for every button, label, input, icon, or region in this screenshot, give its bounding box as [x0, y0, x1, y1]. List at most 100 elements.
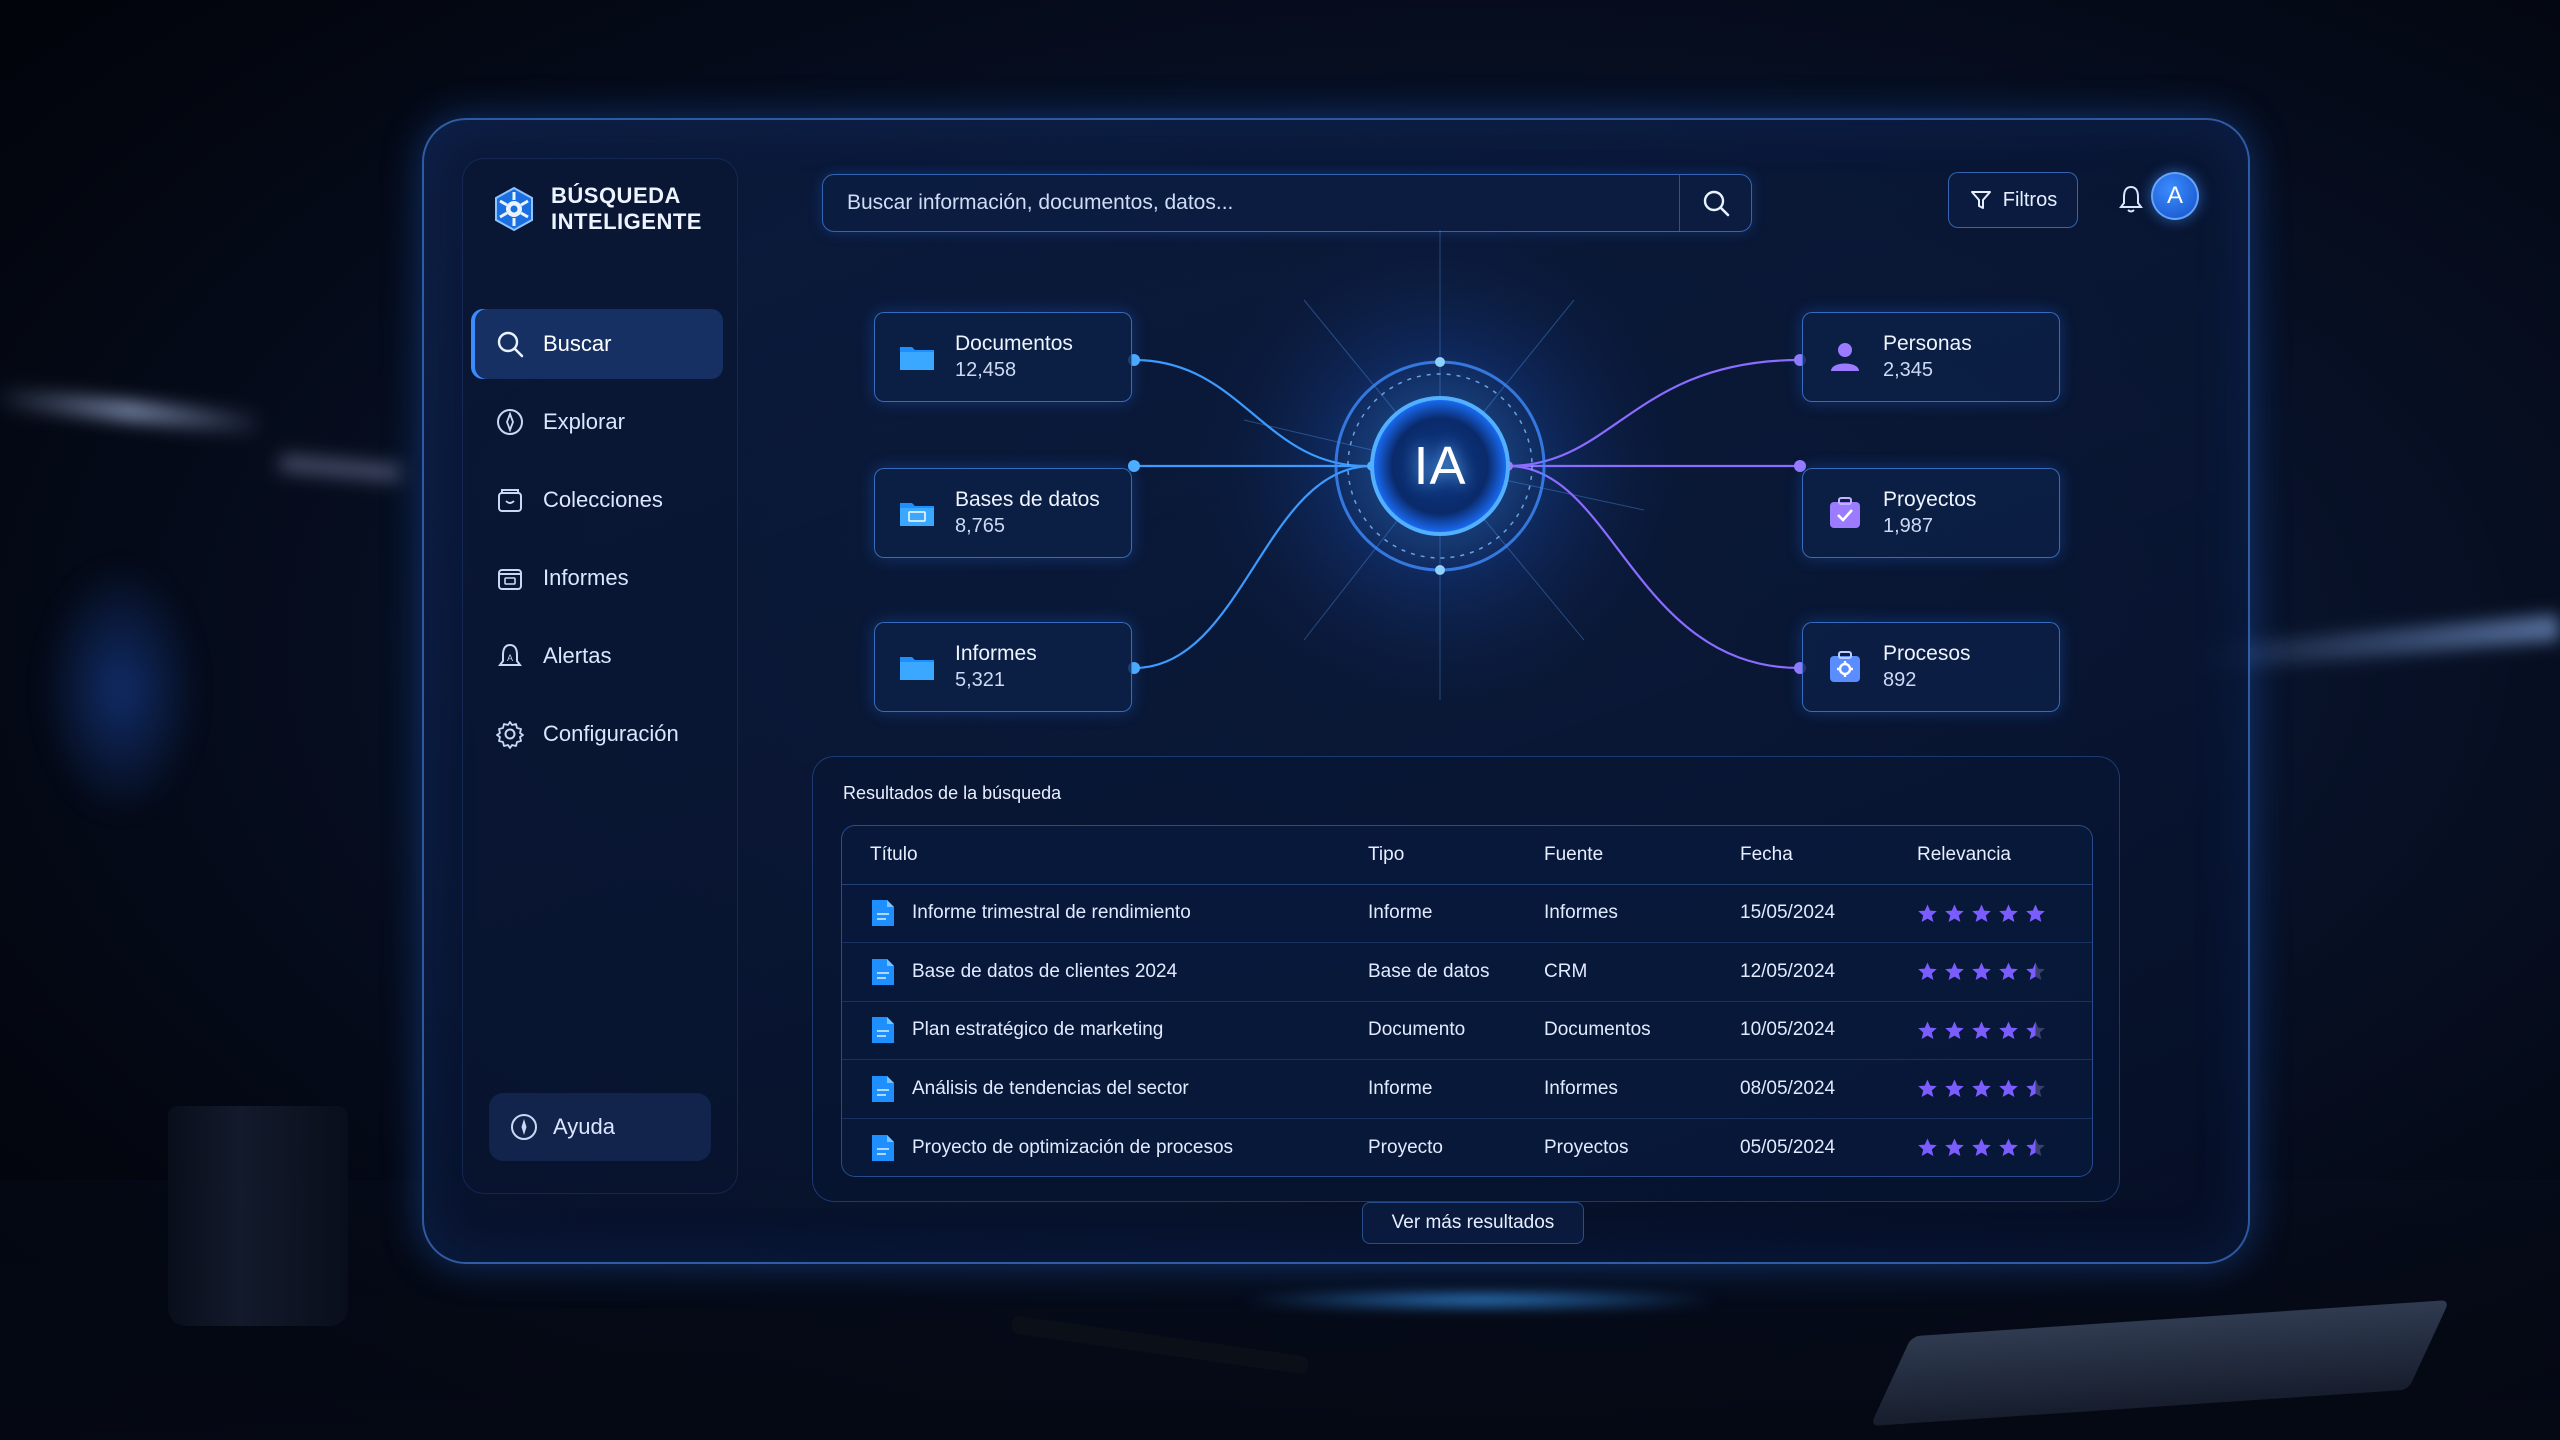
star-icon [1918, 1138, 1937, 1156]
source-node-bases-de-datos[interactable]: Bases de datos 8,765 [874, 468, 1132, 558]
sidebar-item-informes[interactable]: Informes [471, 543, 723, 613]
alert-icon: A [498, 643, 522, 666]
background-light-streak [0, 386, 261, 436]
star-icon [1999, 1079, 2018, 1098]
node-count: 5,321 [955, 669, 1006, 691]
star-icon [1918, 904, 1937, 922]
sidebar-item-colecciones[interactable]: Colecciones [471, 465, 723, 535]
star-icon [1918, 1021, 1937, 1039]
connector-line [1507, 464, 1801, 670]
half-star-icon [2026, 1079, 2045, 1098]
cell-type: Documento [1368, 1001, 1544, 1060]
cell-date: 10/05/2024 [1740, 1001, 1917, 1060]
more-results-button[interactable]: Ver más resultados [1362, 1202, 1584, 1244]
cell-title: Proyecto de optimización de procesos [842, 1118, 1368, 1176]
sidebar-item-label: Alertas [543, 643, 612, 668]
source-node-documentos[interactable]: Documentos 12,458 [874, 312, 1132, 402]
filters-button[interactable]: Filtros [1948, 172, 2078, 228]
title-cell: Análisis de tendencias del sector [870, 1074, 1368, 1104]
rating-stars [1917, 961, 2092, 982]
folder-icon [900, 347, 934, 370]
star-icon [1945, 962, 1964, 981]
cell-type: Base de datos [1368, 942, 1544, 1002]
star-icon [2026, 904, 2045, 922]
rating-stars [1917, 1078, 2092, 1099]
result-title[interactable]: Proyecto de optimización de procesos [912, 1137, 1233, 1159]
node-label: Bases de datos [955, 488, 1100, 511]
column-header-title[interactable]: Título [842, 826, 1368, 885]
result-title[interactable]: Informe trimestral de rendimiento [912, 902, 1191, 924]
source-node-proyectos[interactable]: Proyectos 1,987 [1802, 468, 2060, 558]
result-title[interactable]: Plan estratégico de marketing [912, 1019, 1163, 1041]
sidebar-item-explorar[interactable]: Explorar [471, 387, 723, 457]
table-row[interactable]: Base de datos de clientes 2024 Base de da… [842, 942, 2092, 1002]
svg-text:A: A [507, 653, 513, 663]
column-header-type[interactable]: Tipo [1368, 826, 1544, 885]
search-button[interactable] [1679, 175, 1751, 231]
table-row[interactable]: Análisis de tendencias del sector Informe… [842, 1059, 2092, 1119]
results-table: Título Tipo Fuente Fecha Relevancia Info… [841, 825, 2093, 1177]
sidebar-item-alertas[interactable]: A Alertas [471, 621, 723, 691]
rating-stars [1917, 1020, 2092, 1041]
sidebar-item-label: Informes [543, 565, 629, 590]
cell-relevance [1917, 1118, 2092, 1176]
cell-source: Documentos [1544, 1001, 1740, 1060]
help-icon [511, 1114, 537, 1140]
panel-base-glow [1230, 1290, 1730, 1310]
star-icon [1972, 904, 1991, 922]
holographic-app-panel: BÚSQUEDA INTELIGENTE Buscar Explorar Col… [422, 118, 2250, 1264]
column-header-relevance[interactable]: Relevancia [1917, 826, 2092, 885]
star-icon [1972, 962, 1991, 981]
search-input[interactable] [847, 175, 1647, 231]
document-icon [872, 900, 894, 927]
source-node-informes[interactable]: Informes 5,321 [874, 622, 1132, 712]
document-icon [872, 1017, 894, 1044]
rating-stars [1917, 903, 2092, 924]
node-label: Personas [1883, 332, 1972, 355]
background-city-glow [40, 560, 200, 820]
source-node-procesos[interactable]: Procesos 892 [1802, 622, 2060, 712]
avatar[interactable]: A [2151, 172, 2199, 220]
table-row[interactable]: Plan estratégico de marketing Documento Do… [842, 1001, 2092, 1060]
column-header-source[interactable]: Fuente [1544, 826, 1740, 885]
table-row[interactable]: Proyecto de optimización de procesos Proy… [842, 1118, 2092, 1176]
sidebar-item-label: Buscar [543, 331, 612, 356]
bell-icon[interactable] [2114, 182, 2148, 216]
sidebar: BÚSQUEDA INTELIGENTE Buscar Explorar Col… [462, 158, 738, 1194]
result-title[interactable]: Análisis de tendencias del sector [912, 1078, 1189, 1100]
column-header-date[interactable]: Fecha [1740, 826, 1917, 885]
help-button[interactable]: Ayuda [489, 1093, 711, 1161]
title-cell: Base de datos de clientes 2024 [870, 957, 1368, 987]
connector-line [1507, 358, 1801, 468]
star-icon [1972, 1138, 1991, 1156]
source-node-personas[interactable]: Personas 2,345 [1802, 312, 2060, 402]
star-icon [1999, 904, 2018, 922]
sidebar-item-buscar[interactable]: Buscar [471, 309, 723, 379]
ai-hub[interactable]: IA [1372, 398, 1508, 534]
sidebar-item-label: Colecciones [543, 487, 663, 512]
result-title[interactable]: Base de datos de clientes 2024 [912, 961, 1177, 983]
cell-relevance [1917, 942, 2092, 1002]
cell-source: Informes [1544, 1059, 1740, 1119]
filter-icon [1970, 191, 1991, 209]
cell-type: Informe [1368, 1059, 1544, 1119]
cell-type: Informe [1368, 884, 1544, 943]
rating-stars [1917, 1137, 2092, 1158]
results-panel: Resultados de la búsqueda Título Tipo Fu… [812, 756, 2120, 1202]
half-star-icon [2026, 1021, 2045, 1039]
database-folder-icon [900, 503, 934, 526]
node-label: Informes [955, 642, 1037, 665]
search-icon [1703, 190, 1729, 217]
cell-date: 05/05/2024 [1740, 1136, 1836, 1158]
node-label: Documentos [955, 332, 1073, 355]
node-text: Proyectos 1,987 [1883, 487, 1976, 539]
table-row[interactable]: Informe trimestral de rendimiento Informe… [842, 884, 2092, 943]
half-star-icon [2026, 962, 2045, 981]
brand-line-2: INTELIGENTE [551, 209, 702, 234]
star-icon [1945, 1138, 1964, 1156]
filters-label: Filtros [2002, 188, 2058, 211]
cell-relevance [1917, 1001, 2092, 1060]
search-bar [822, 174, 1752, 232]
sidebar-item-configuracion[interactable]: Configuración [471, 699, 723, 769]
node-count: 892 [1883, 669, 1917, 691]
